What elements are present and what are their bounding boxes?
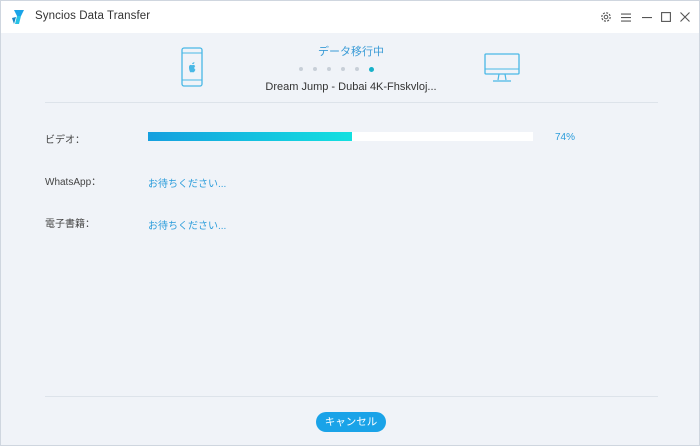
transfer-step-indicator (299, 65, 374, 73)
settings-button[interactable] (599, 10, 613, 24)
gear-icon (601, 12, 611, 22)
cancel-button[interactable]: キャンセル (316, 412, 386, 432)
step-dot (313, 67, 317, 71)
ebook-status: お待ちください... (148, 221, 227, 232)
header-divider (45, 102, 658, 103)
close-button[interactable] (678, 10, 692, 24)
step-dot (299, 67, 303, 71)
minimize-button[interactable] (640, 10, 654, 24)
whatsapp-status: お待ちください... (148, 179, 227, 190)
row-label-video: ビデオ： (45, 135, 85, 146)
title-bar: Syncios Data Transfer (1, 1, 699, 33)
step-dot (341, 67, 345, 71)
computer-icon (484, 53, 520, 82)
close-icon (680, 12, 690, 22)
footer-divider (45, 396, 658, 397)
menu-button[interactable] (619, 10, 633, 24)
step-dot (355, 67, 359, 71)
maximize-button[interactable] (659, 10, 673, 24)
transfer-status-title: データ移行中 (318, 46, 384, 58)
video-progress-fill (148, 132, 353, 141)
video-progress-percent: 74% (555, 132, 576, 143)
app-window: Syncios Data Transfer データ移行中 Dream Jump … (0, 0, 700, 446)
minimize-icon (642, 17, 652, 19)
step-dot (327, 67, 331, 71)
current-transfer-item: Dream Jump - Dubai 4K-Fhskvloj... (265, 81, 437, 93)
row-label-whatsapp: WhatsApp： (45, 177, 102, 188)
maximize-icon (661, 12, 671, 22)
video-progress-bar (148, 132, 533, 141)
step-dot-active (369, 66, 374, 72)
phone-icon (181, 47, 203, 87)
menu-icon (621, 13, 631, 22)
syncios-logo-icon (12, 10, 24, 24)
row-label-ebook: 電子書籍： (45, 219, 95, 230)
app-title: Syncios Data Transfer (35, 10, 151, 22)
